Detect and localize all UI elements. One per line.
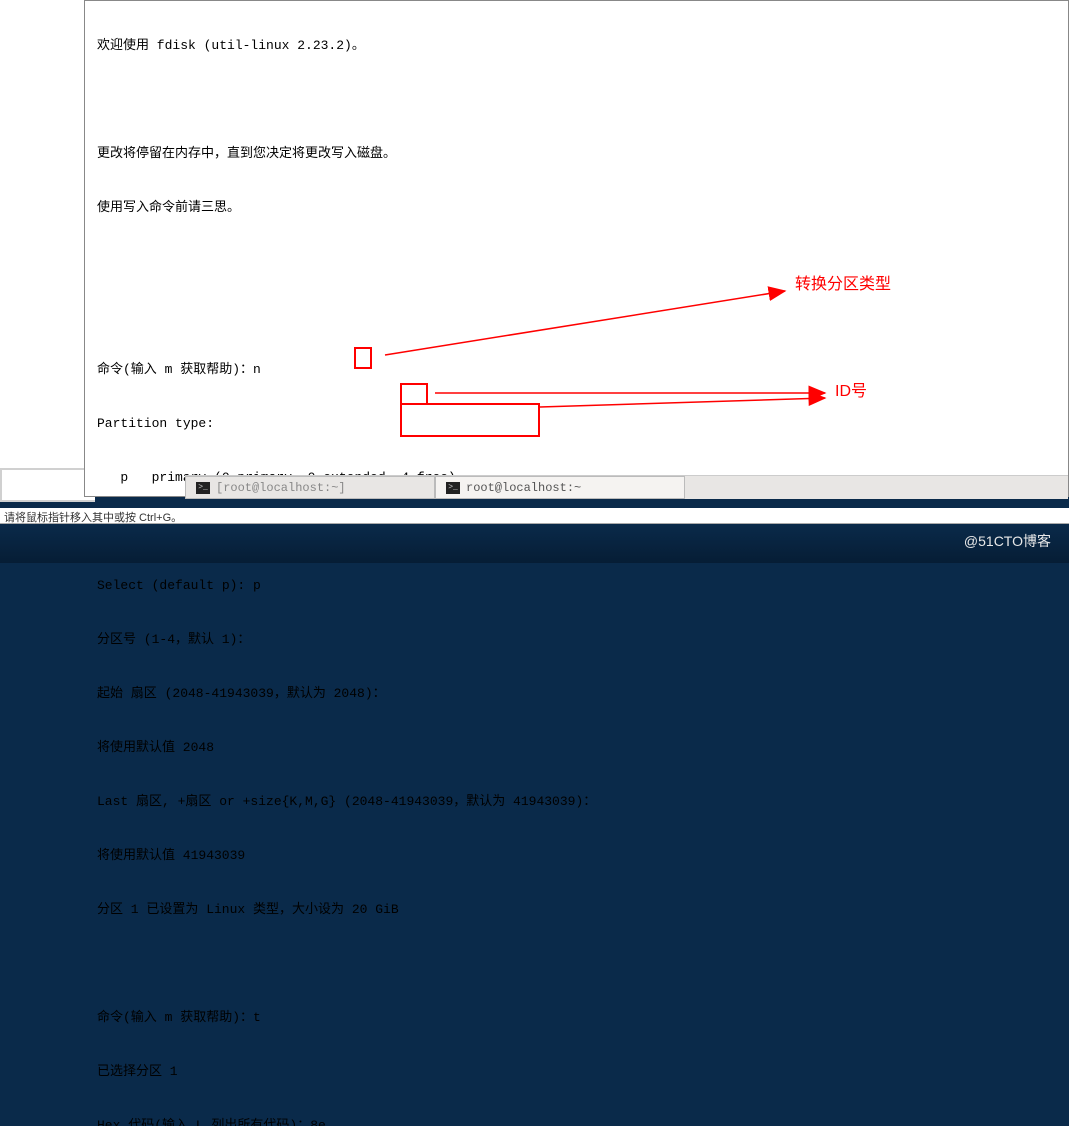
window-left-margin [0,0,84,497]
terminal-line [97,91,1056,109]
terminal-line: 起始 扇区 (2048-41943039，默认为 2048)： [97,685,1056,703]
terminal-line: 分区 1 已设置为 Linux 类型，大小设为 20 GiB [97,901,1056,919]
terminal-line [97,955,1056,973]
terminal-icon: >_ [196,482,210,494]
taskbar: >_ [root@localhost:~] >_ root@localhost:… [185,475,1068,499]
annotation-id-number: ID号 [835,383,867,401]
terminal-content[interactable]: 欢迎使用 fdisk (util-linux 2.23.2)。 更改将停留在内存… [85,1,1068,471]
terminal-line: 命令(输入 m 获取帮助)：n [97,361,1056,379]
terminal-line [97,307,1056,325]
annotation-arrows [85,1,1069,471]
highlight-box-hexcode-8e [400,383,428,405]
vm-hint-bar: 请将鼠标指针移入其中或按 Ctrl+G。 [0,508,1069,524]
taskbar-tab-1[interactable]: >_ [root@localhost:~] [185,476,435,499]
terminal-line [97,253,1056,271]
terminal-line: 将使用默认值 2048 [97,739,1056,757]
taskbar-tab-label: root@localhost:~ [466,481,581,495]
terminal-line: 将使用默认值 41943039 [97,847,1056,865]
terminal-line: Select (default p): p [97,577,1056,595]
watermark-text: @51CTO博客 [964,531,1051,551]
terminal-line: Hex 代码(输入 L 列出所有代码)：8e [97,1117,1056,1126]
taskbar-tab-label: [root@localhost:~] [216,481,346,495]
terminal-line: Partition type: [97,415,1056,433]
terminal-line: 更改将停留在内存中，直到您决定将更改写入磁盘。 [97,145,1056,163]
terminal-line: 使用写入命令前请三思。 [97,199,1056,217]
terminal-line: 命令(输入 m 获取帮助)：t [97,1009,1056,1027]
terminal-window: 欢迎使用 fdisk (util-linux 2.23.2)。 更改将停留在内存… [84,0,1069,497]
terminal-line: 欢迎使用 fdisk (util-linux 2.23.2)。 [97,37,1056,55]
desktop-background: @51CTO博客 [0,524,1069,563]
window-border-corner [0,468,95,502]
terminal-icon: >_ [446,482,460,494]
terminal-line: 已选择分区 1 [97,1063,1056,1081]
terminal-line: 分区号 (1-4，默认 1)： [97,631,1056,649]
annotation-convert-partition-type: 转换分区类型 [795,276,891,294]
taskbar-tab-2[interactable]: >_ root@localhost:~ [435,476,685,499]
terminal-line: Last 扇区, +扇区 or +size{K,M,G} (2048-41943… [97,793,1056,811]
arrow-to-id-label-bottom [540,398,825,407]
